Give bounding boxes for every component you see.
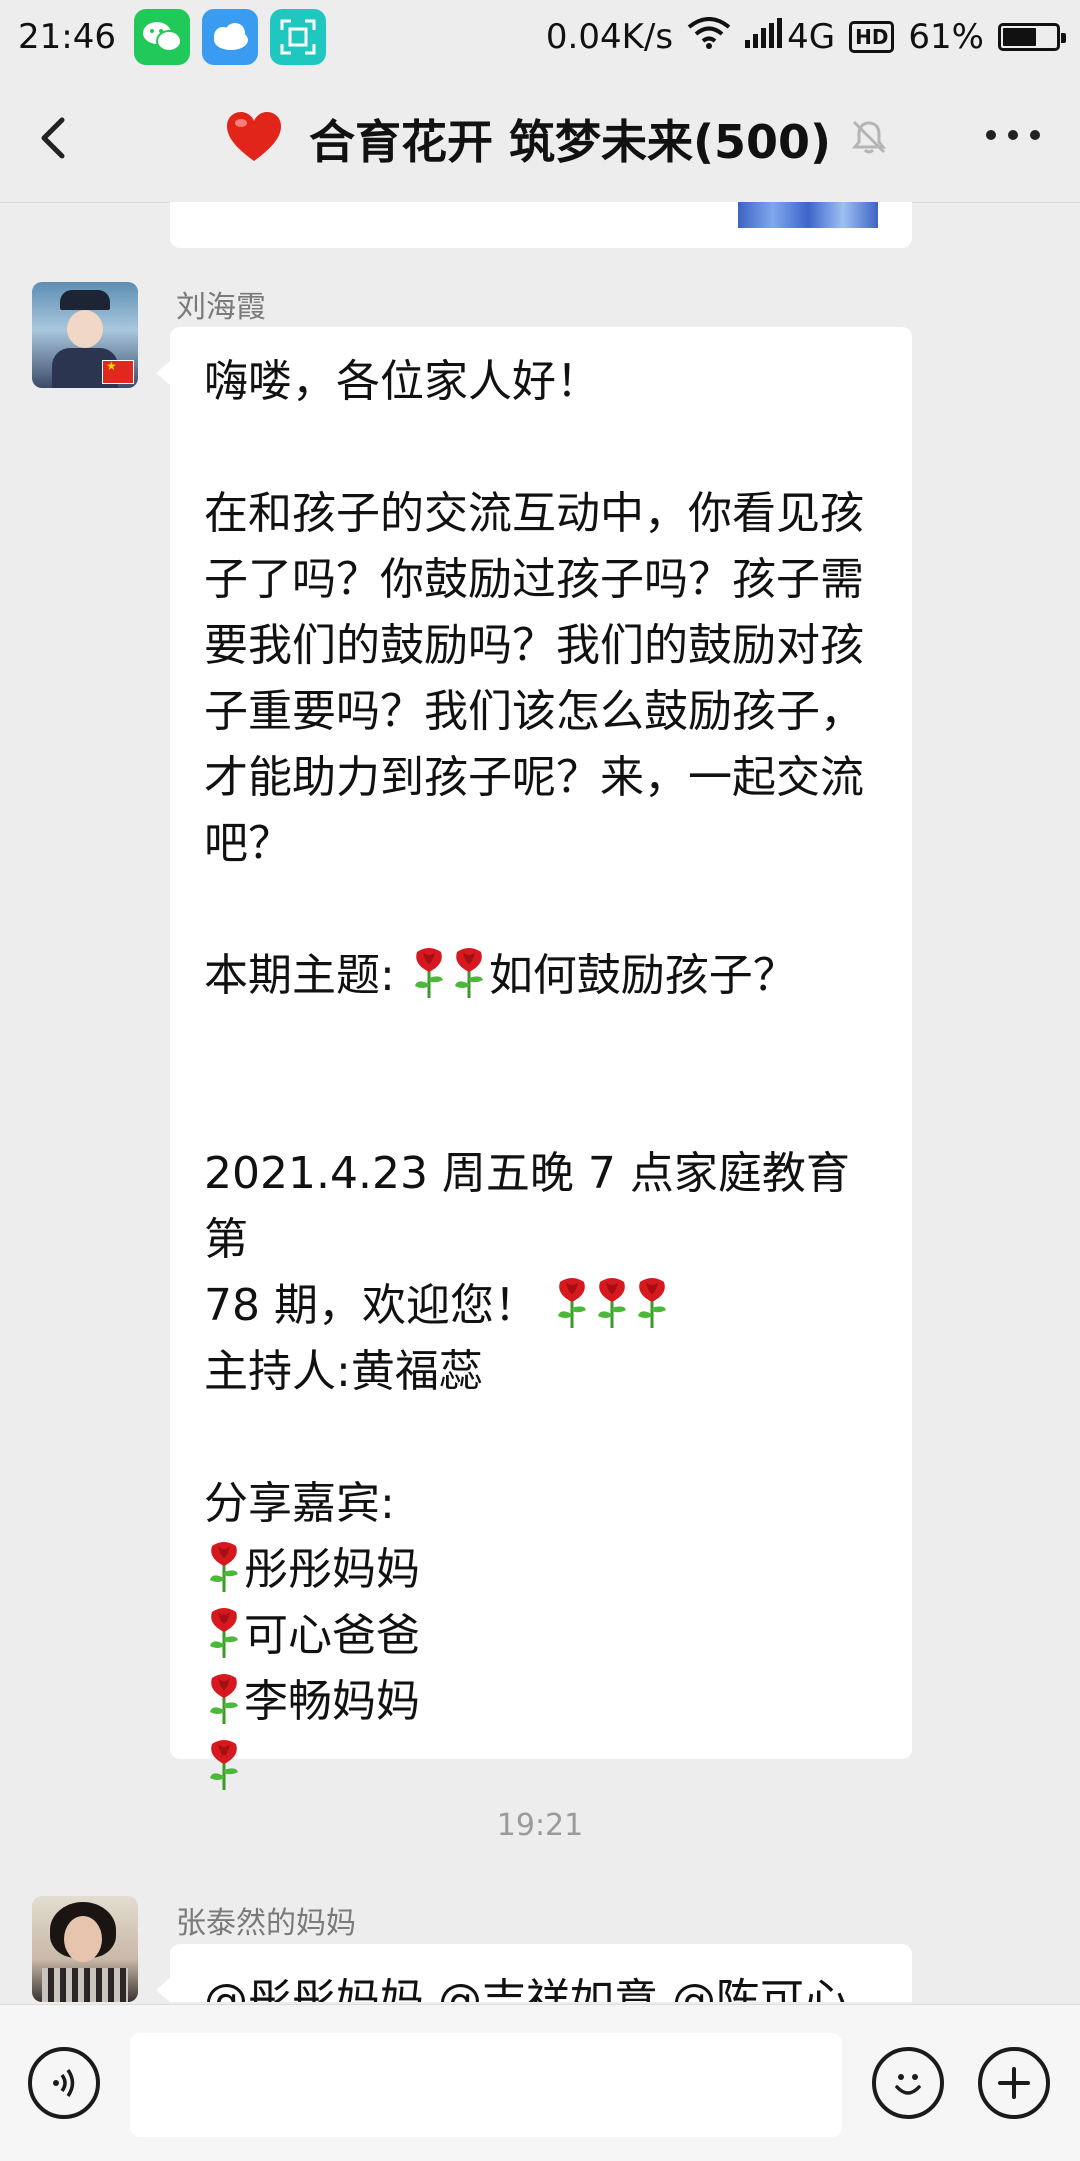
signal-icon [745,17,785,57]
sender-name: 刘海霞 [176,290,266,325]
message-line [204,1405,878,1471]
message-line [204,877,878,943]
network-type: 4G [787,17,836,57]
theme-line: 本期主题: 如何鼓励孩子？ [204,943,878,1009]
rose-icon [204,1606,244,1660]
message-line [204,1009,878,1075]
mute-bell-icon [849,117,889,161]
previous-message-bubble[interactable] [170,202,912,248]
rose-icon [204,1672,244,1726]
message-line: 吧？ [204,818,292,869]
chat-area[interactable]: 刘海霞 嗨喽，各位家人好！ 在和孩子的交流互动中，你看见孩 子了吗？你鼓励过孩子… [0,202,1080,2002]
rose-icon [552,1276,592,1330]
chat-title: 合育花开 筑梦未来(500) [225,106,889,172]
message-line: 才能助力到孩子呢？来，一起交流 [204,752,864,803]
rose-icon [204,1738,244,1792]
timestamp: 19:21 [496,1808,584,1843]
voice-input-button[interactable] [28,2047,100,2119]
message-bubble[interactable]: @彤彤妈妈 @吉祥如意 @陈可心 [156,1944,912,2002]
more-functions-button[interactable] [978,2047,1050,2119]
message-line: 分享嘉宾: [204,1478,395,1529]
guest-line: 李畅妈妈 [204,1669,878,1735]
wifi-icon [687,16,731,58]
rose-icon [409,946,449,1000]
more-options-button[interactable] [986,130,1040,140]
guest-name: 彤彤妈妈 [244,1544,420,1595]
wechat-icon [133,9,190,65]
message-bubble[interactable]: 嗨喽，各位家人好！ 在和孩子的交流互动中，你看见孩 子了吗？你鼓励过孩子吗？孩子… [156,327,912,1790]
guest-line [204,1735,878,1801]
status-time: 21:46 [18,17,116,57]
message-line: 子了吗？你鼓励过孩子吗？孩子需 [204,554,864,605]
rose-icon [632,1276,672,1330]
theme-label: 本期主题: [204,950,409,1001]
input-bar [0,2004,1080,2161]
network-speed: 0.04K/s [545,17,674,57]
hd-badge: HD [849,21,895,53]
back-button[interactable] [30,108,90,168]
message-line: 在和孩子的交流互动中，你看见孩 [204,488,864,539]
avatar[interactable] [32,1896,138,2002]
message-line: 要我们的鼓励吗？我们的鼓励对孩 [204,620,864,671]
weather-icon [201,9,258,65]
message-line: 子重要吗？我们该怎么鼓励孩子， [204,686,864,737]
battery-icon [998,23,1066,51]
theme-text: 如何鼓励孩子？ [488,950,797,1001]
message-line [204,415,878,481]
scan-icon [269,9,326,65]
guest-name: 李畅妈妈 [244,1676,420,1727]
message-line-with-roses: 78 期，欢迎您！ [204,1273,878,1339]
battery-percent: 61% [908,17,984,57]
guest-line: 彤彤妈妈 [204,1537,878,1603]
rose-icon [592,1276,632,1330]
sender-name: 张泰然的妈妈 [176,1906,356,1941]
message-input[interactable] [130,2033,842,2137]
message-line: 2021.4.23 周五晚 7 点家庭教育第 [204,1148,850,1265]
image-thumbnail[interactable] [738,202,878,228]
guest-name: 可心爸爸 [244,1610,420,1661]
message-line [204,1075,878,1141]
status-right: 0.04K/s 4G HD 61% [545,0,1066,74]
status-bar: 21:46 0.04K/s 4G HD 61% [0,0,1080,74]
rose-icon [204,1540,244,1594]
message-line: 嗨喽，各位家人好！ [204,356,600,407]
group-name: 合育花开 筑梦未来(500) [309,115,832,169]
flag-icon [102,359,134,384]
heart-icon [225,111,283,167]
guest-line: 可心爸爸 [204,1603,878,1669]
message-text: 78 期，欢迎您！ [204,1280,552,1331]
rose-icon [449,946,489,1000]
message-line: 主持人:黄福蕊 [204,1346,483,1397]
chat-header: 合育花开 筑梦未来(500) [0,74,1080,203]
emoji-button[interactable] [872,2047,944,2119]
message-line: @彤彤妈妈 @吉祥如意 @陈可心 [204,1975,848,2002]
avatar[interactable] [32,282,138,388]
